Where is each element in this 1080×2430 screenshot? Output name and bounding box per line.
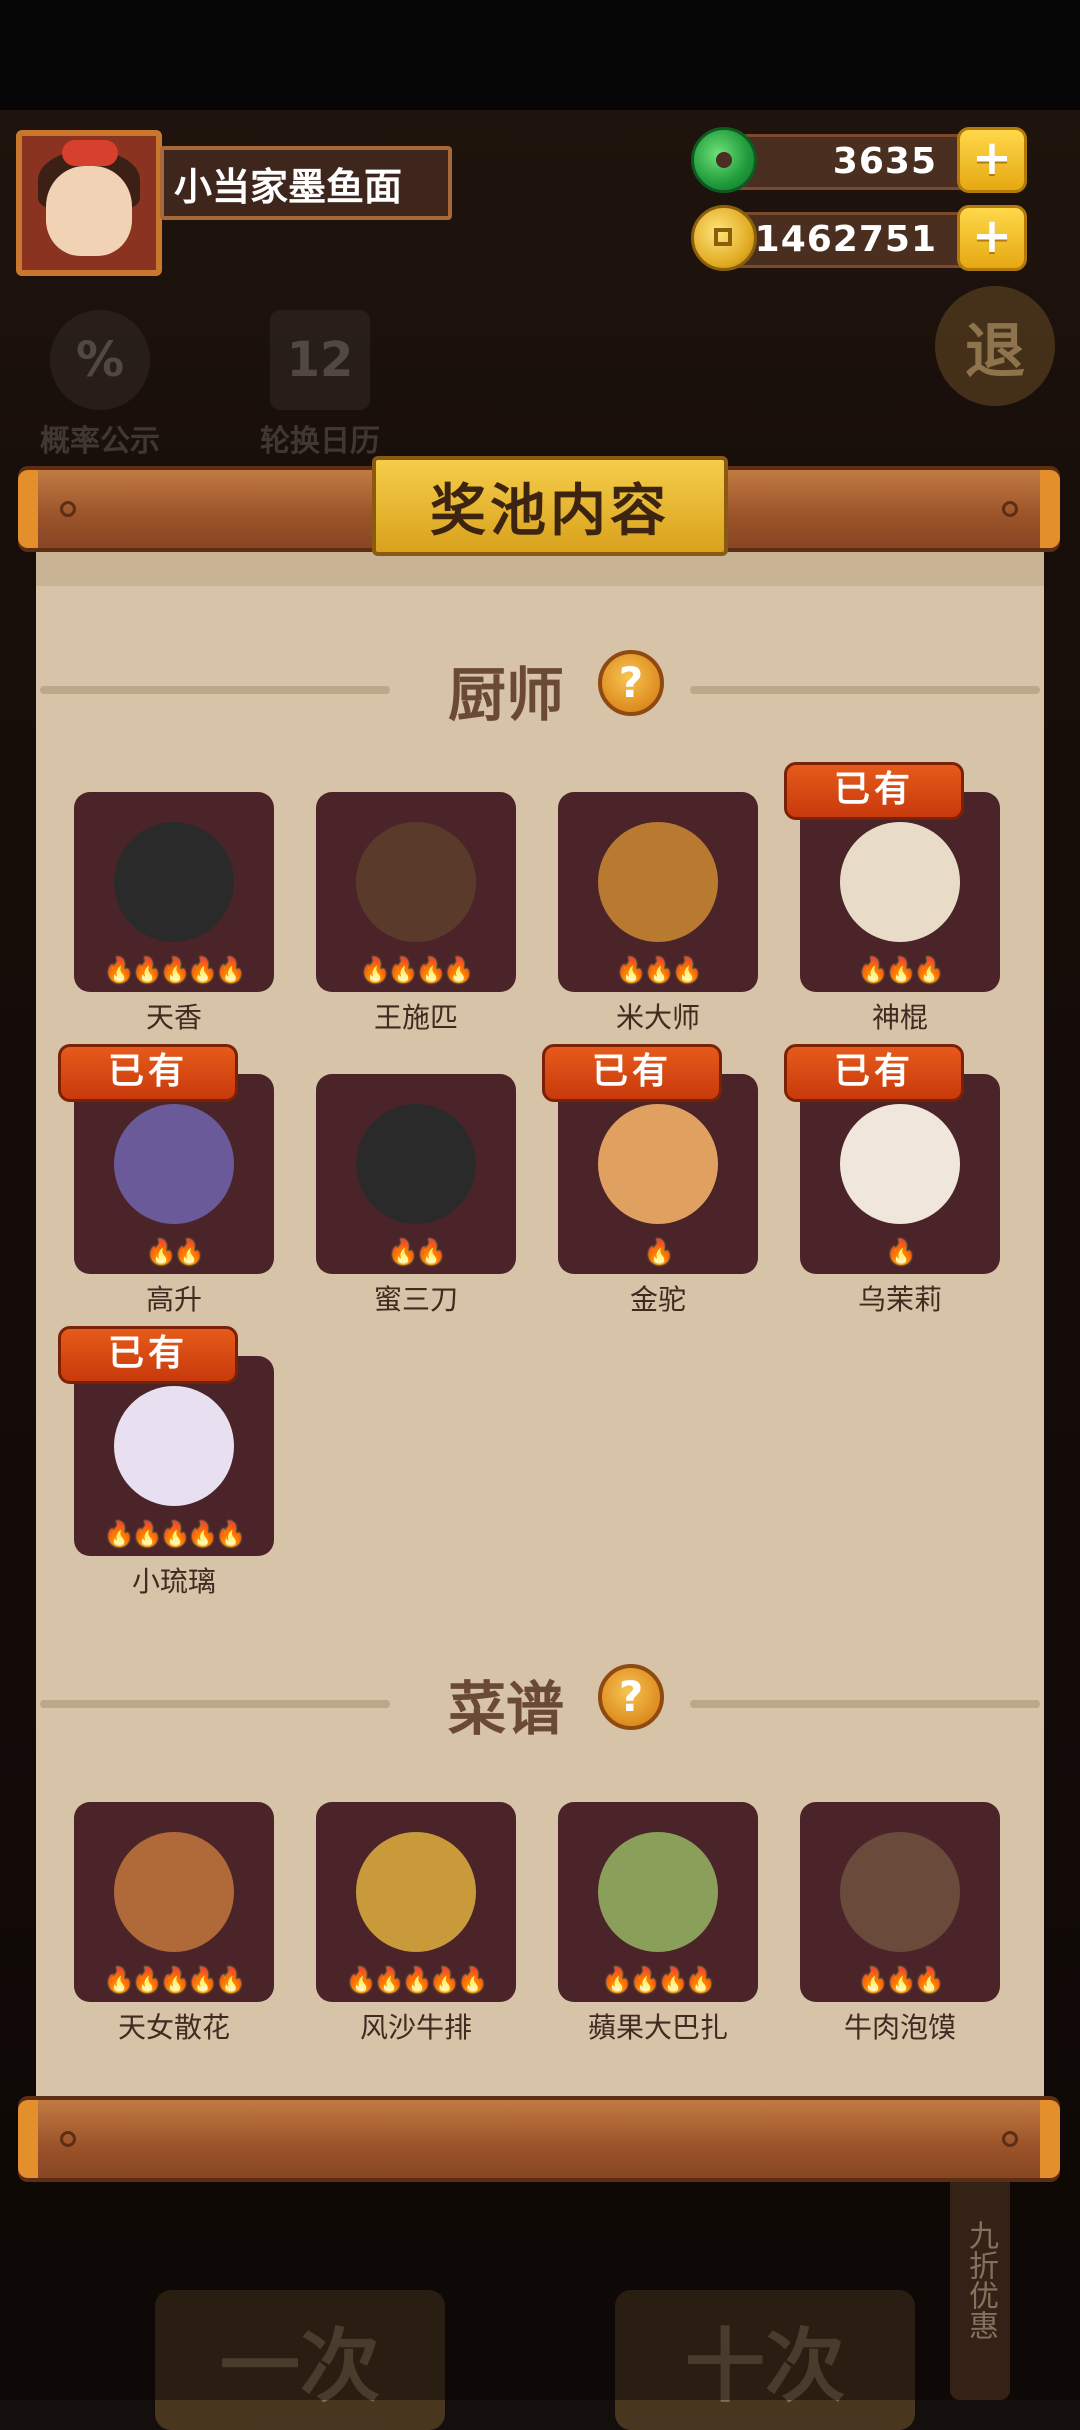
- flame-rating-icon: 🔥🔥: [146, 1238, 204, 1266]
- chef-name: 小琉璃: [131, 1565, 216, 1598]
- chef-name: 蜜三刀: [373, 1283, 458, 1316]
- recipe-card[interactable]: 🔥🔥🔥🔥: [558, 1802, 758, 2002]
- chef-name: 乌茉莉: [857, 1283, 942, 1316]
- flame-rating-icon: 🔥🔥🔥🔥🔥: [346, 1966, 487, 1994]
- flame-rating-icon: 🔥🔥🔥: [858, 956, 944, 984]
- coin-currency: 1462751 +: [691, 205, 1027, 271]
- nail-decor: [60, 501, 76, 517]
- jade-icon: [691, 127, 757, 193]
- add-coin-button[interactable]: +: [957, 205, 1027, 271]
- recipe-portrait: [840, 1832, 960, 1952]
- section-divider: [690, 686, 1040, 694]
- chef-name: 王施匹: [373, 1001, 458, 1034]
- exit-button: 退: [935, 286, 1055, 406]
- flame-rating-icon: 🔥🔥🔥🔥🔥: [104, 1966, 245, 1994]
- avatar-hat: [62, 140, 118, 166]
- owned-badge: 已有: [784, 762, 964, 820]
- chef-name: 天香: [145, 1001, 202, 1034]
- chef-name: 金驼: [629, 1283, 686, 1316]
- recipe-name: 牛肉泡馍: [843, 2011, 956, 2044]
- chef-card[interactable]: 🔥: [558, 1074, 758, 1274]
- section-divider: [40, 686, 390, 694]
- jade-currency: 3635 +: [691, 127, 1027, 193]
- chef-portrait: [114, 1104, 234, 1224]
- chef-card[interactable]: 🔥🔥🔥: [800, 792, 1000, 992]
- discount-tag: 九折优惠: [950, 2160, 1010, 2400]
- owned-badge: 已有: [784, 1044, 964, 1102]
- owned-badge: 已有: [58, 1044, 238, 1102]
- recipe-name: 蘋果大巴扎: [587, 2011, 728, 2044]
- recipes-help-icon[interactable]: ?: [598, 1664, 664, 1730]
- nail-decor: [1002, 501, 1018, 517]
- recipe-name: 天女散花: [117, 2011, 230, 2044]
- recipe-portrait: [598, 1832, 718, 1952]
- chef-portrait: [598, 822, 718, 942]
- chefs-section-title: 厨师: [448, 661, 565, 729]
- chef-card[interactable]: 🔥🔥🔥: [558, 792, 758, 992]
- section-divider: [40, 1700, 390, 1708]
- chef-portrait: [356, 1104, 476, 1224]
- avatar-face: [46, 166, 132, 256]
- recipe-portrait: [114, 1832, 234, 1952]
- chef-card[interactable]: 🔥: [800, 1074, 1000, 1274]
- player-name: 小当家墨鱼面: [160, 146, 452, 220]
- recipe-card[interactable]: 🔥🔥🔥: [800, 1802, 1000, 2002]
- flame-rating-icon: 🔥: [644, 1238, 674, 1266]
- flame-rating-icon: 🔥🔥🔥🔥🔥: [104, 956, 245, 984]
- flame-rating-icon: 🔥🔥🔥🔥: [360, 956, 474, 984]
- flame-rating-icon: 🔥🔥: [388, 1238, 446, 1266]
- flame-rating-icon: 🔥🔥🔥🔥🔥: [104, 1520, 245, 1548]
- prize-pool-panel[interactable]: 厨师 ? 🔥🔥🔥🔥🔥 天香 🔥🔥🔥🔥 王施匹 🔥🔥🔥 米大师 🔥🔥🔥 神棍 已有 🔥🔥 高升 已有 🔥🔥…: [36, 548, 1044, 2096]
- flame-rating-icon: 🔥: [886, 1238, 916, 1266]
- chef-name: 高升: [145, 1283, 202, 1316]
- chefs-help-icon[interactable]: ?: [598, 650, 664, 716]
- owned-badge: 已有: [58, 1326, 238, 1384]
- panel-title: 奖池内容: [372, 456, 728, 556]
- nail-decor: [60, 2131, 76, 2147]
- coin-icon: [691, 205, 757, 271]
- chef-card[interactable]: 🔥🔥🔥🔥: [316, 792, 516, 992]
- chef-portrait: [356, 822, 476, 942]
- add-jade-button[interactable]: +: [957, 127, 1027, 193]
- chef-portrait: [114, 822, 234, 942]
- recipes-section-title: 菜谱: [448, 1675, 565, 1743]
- scroll-bottom-bar: [18, 2096, 1060, 2182]
- chef-card[interactable]: 🔥🔥🔥🔥🔥: [74, 1356, 274, 1556]
- flame-rating-icon: 🔥🔥🔥🔥: [602, 1966, 716, 1994]
- status-bar-area: [0, 0, 1080, 110]
- recipe-name: 风沙牛排: [359, 2011, 472, 2044]
- nail-decor: [1002, 2131, 1018, 2147]
- chef-card[interactable]: 🔥🔥: [74, 1074, 274, 1274]
- recipe-portrait: [356, 1832, 476, 1952]
- chef-name: 神棍: [871, 1001, 928, 1034]
- chef-card[interactable]: 🔥🔥🔥🔥🔥: [74, 792, 274, 992]
- section-divider: [690, 1700, 1040, 1708]
- chef-portrait: [840, 1104, 960, 1224]
- chef-name: 米大师: [615, 1001, 700, 1034]
- recipe-card[interactable]: 🔥🔥🔥🔥🔥: [74, 1802, 274, 2002]
- chef-portrait: [598, 1104, 718, 1224]
- coin-amount: 1462751: [754, 219, 937, 260]
- flame-rating-icon: 🔥🔥🔥: [858, 1966, 944, 1994]
- owned-badge: 已有: [542, 1044, 722, 1102]
- chef-card[interactable]: 🔥🔥: [316, 1074, 516, 1274]
- flame-rating-icon: 🔥🔥🔥: [616, 956, 702, 984]
- recipe-card[interactable]: 🔥🔥🔥🔥🔥: [316, 1802, 516, 2002]
- jade-amount: 3635: [832, 141, 937, 182]
- player-avatar[interactable]: [16, 130, 162, 276]
- chef-portrait: [114, 1386, 234, 1506]
- chef-portrait: [840, 822, 960, 942]
